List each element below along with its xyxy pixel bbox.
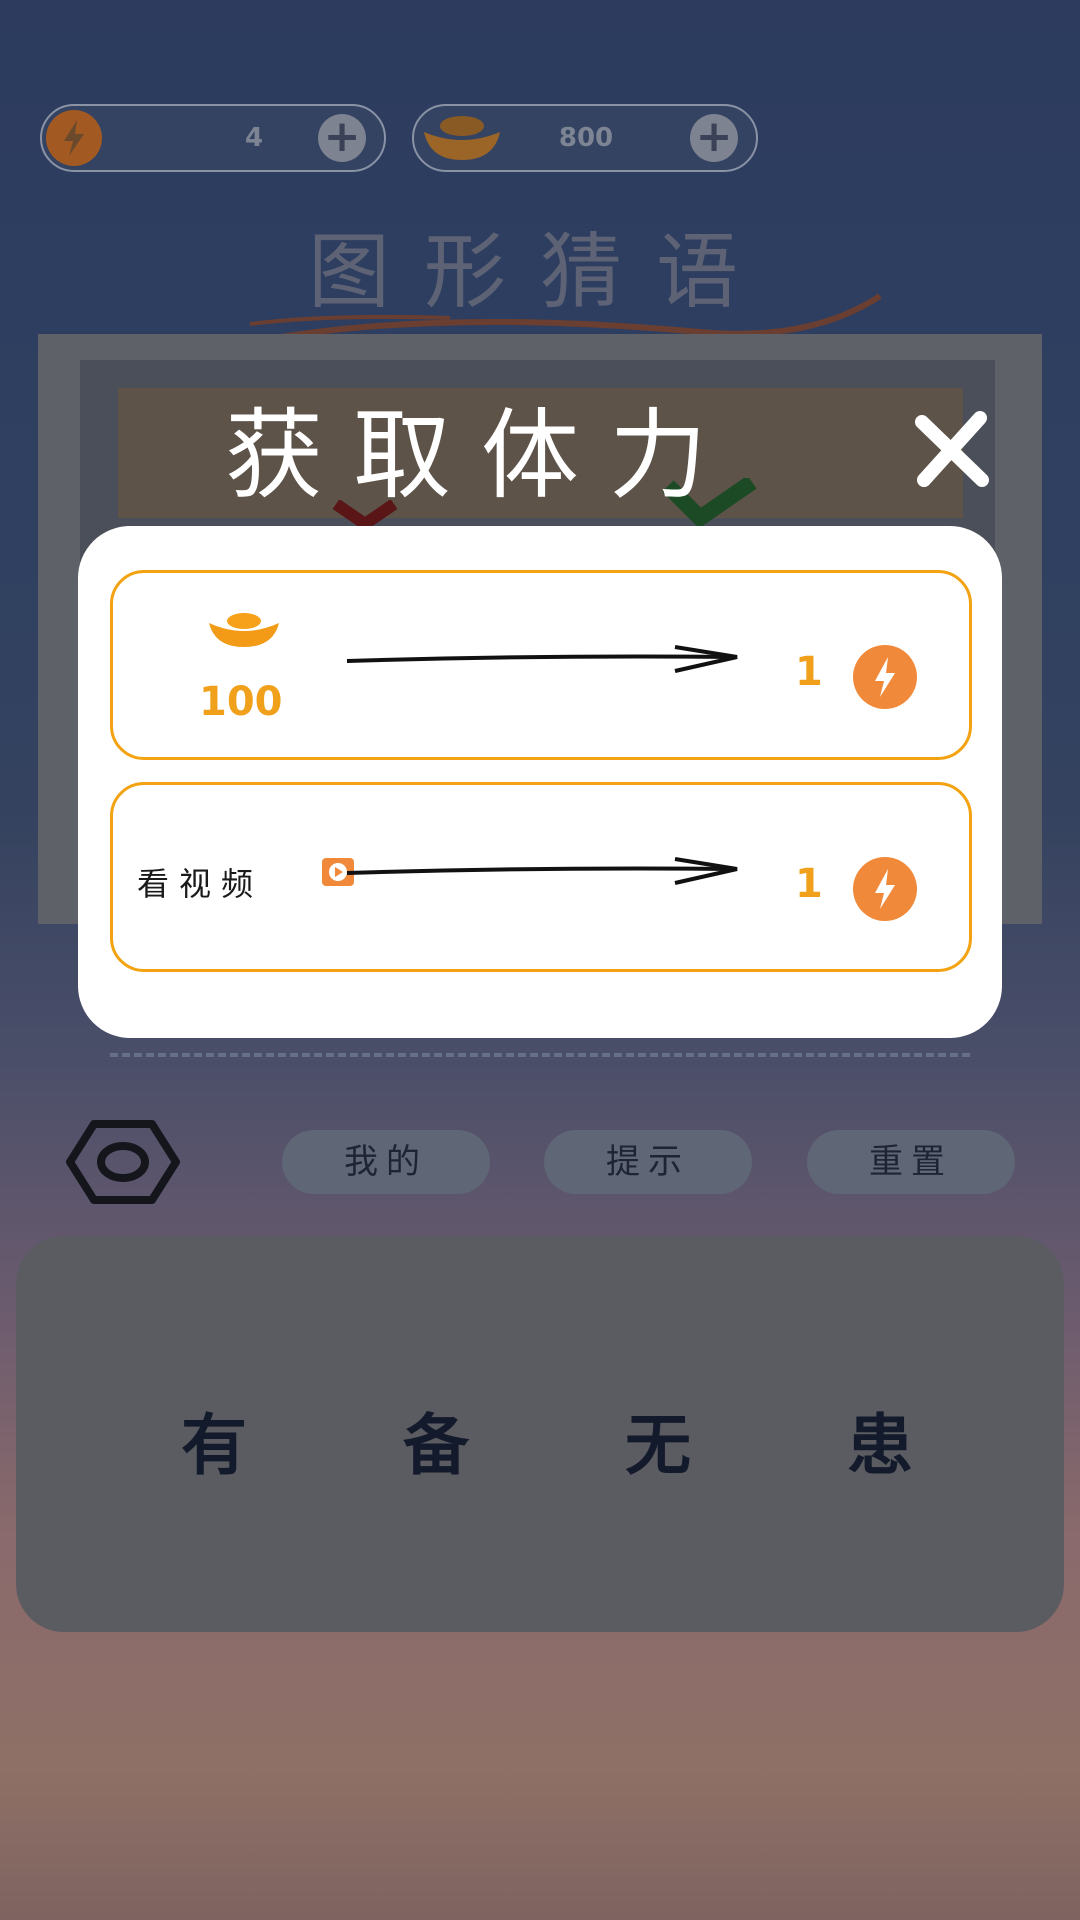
hint-button[interactable]: 提示 <box>544 1130 752 1194</box>
exchange-gold-option[interactable]: 100 1 <box>110 570 972 760</box>
answer-char-1[interactable]: 有 <box>154 1392 274 1488</box>
answer-char-4[interactable]: 患 <box>820 1392 940 1488</box>
gold-value: 800 <box>558 123 614 153</box>
energy-bar: 4 + <box>40 104 386 172</box>
energy-bolt-icon <box>853 645 917 709</box>
energy-bolt-icon <box>853 857 917 921</box>
arrow-icon <box>346 645 738 673</box>
energy-icon <box>46 110 102 166</box>
settings-gear-icon[interactable] <box>64 1118 182 1206</box>
watch-video-label: 看视频 <box>137 865 264 903</box>
answer-slots-divider <box>110 1053 970 1057</box>
gold-bar: 800 + <box>412 104 758 172</box>
gold-ingot-icon <box>209 613 279 647</box>
gold-cost: 100 <box>199 679 283 725</box>
energy-value: 4 <box>244 123 264 153</box>
watch-video-option[interactable]: 看视频 1 <box>110 782 972 972</box>
energy-reward: 1 <box>795 861 823 907</box>
modal-title: 获取体力 <box>225 399 738 513</box>
answer-char-2[interactable]: 备 <box>376 1392 496 1488</box>
arrow-icon <box>346 857 738 885</box>
add-gold-button[interactable]: + <box>690 114 738 162</box>
add-energy-button[interactable]: + <box>318 114 366 162</box>
close-icon[interactable] <box>912 410 992 490</box>
mine-button[interactable]: 我的 <box>282 1130 490 1194</box>
answer-char-3[interactable]: 无 <box>598 1392 718 1488</box>
energy-reward: 1 <box>795 649 823 695</box>
reset-button[interactable]: 重置 <box>807 1130 1015 1194</box>
gold-ingot-icon <box>420 112 504 164</box>
